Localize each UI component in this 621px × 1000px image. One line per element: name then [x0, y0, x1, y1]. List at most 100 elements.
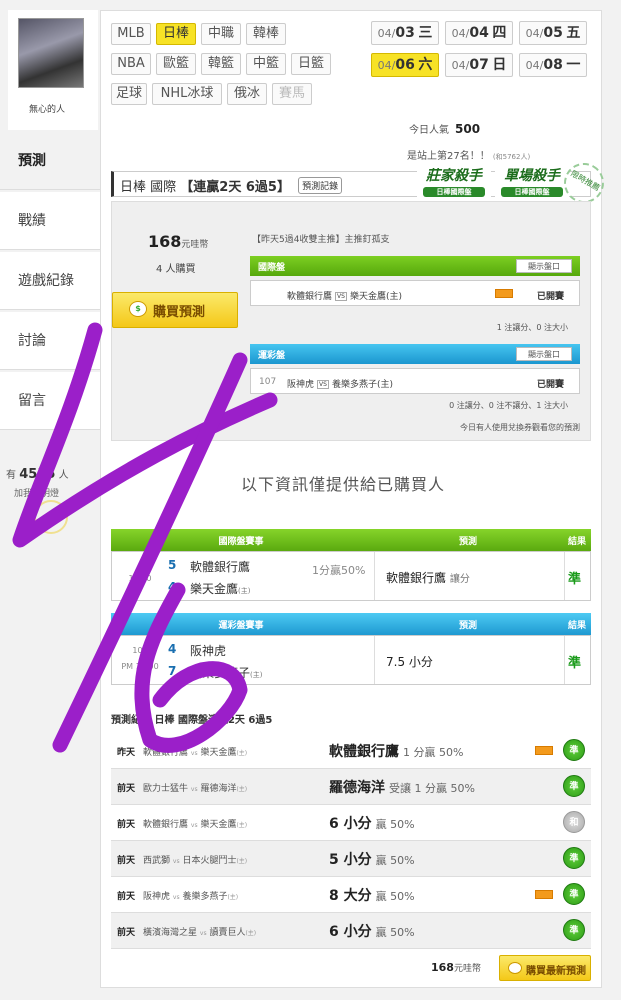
lottery-table-row: 107 PM 13:00 4 阪神虎 7 養樂多燕子(主) 7.5 小分 準	[111, 635, 591, 685]
history-pick: 羅德海洋 受讓 1 分贏 50%	[329, 780, 475, 796]
vs-icon: VS	[335, 292, 347, 301]
intl-home-team: 軟體銀行鷹	[287, 292, 333, 302]
history-pick: 8 大分贏 50%	[329, 888, 415, 904]
lottery-match-status: 已開賽	[537, 380, 565, 390]
history-day: 前天	[117, 856, 136, 866]
buy-latest-button[interactable]: 購買最新預測	[499, 955, 591, 981]
buy-prediction-button[interactable]: $ 購買預測	[112, 292, 238, 328]
site-rank-small: (和5762人)	[492, 153, 531, 161]
site-rank-label: 是站上第27名！！	[407, 151, 490, 162]
intl-table-header: 國際盤賽事 預測 結果	[111, 529, 591, 551]
away-team: 樂天金鷹(主)	[190, 582, 251, 596]
history-result-icon: 準	[563, 775, 585, 797]
intl-tally: 1 注讓分、0 注大小	[496, 323, 568, 332]
badge2-sub: 日棒國際盤	[501, 187, 563, 197]
tab-euro-basketball[interactable]: 歐籃	[156, 53, 196, 75]
profile-name: 無心的人	[28, 105, 65, 115]
home-team: 軟體銀行鷹	[190, 560, 251, 574]
tab-korea-basketball[interactable]: 韓籃	[201, 53, 241, 75]
prediction-league: 日棒 國際	[120, 180, 177, 195]
pick: 軟體銀行鷹 讓分	[386, 571, 470, 585]
history-row: 昨天 軟體銀行鷹 vs 樂天金鷹(主) 軟體銀行鷹 1 分贏 50% 準	[111, 733, 591, 769]
badge-bookie-killer: 莊家殺手 日棒國際盤	[417, 165, 491, 205]
away-team: 養樂多燕子(主)	[190, 666, 263, 680]
price-value: 168	[148, 232, 182, 251]
today-popularity-label: 今日人氣	[409, 125, 449, 136]
intl-table-row: 13:00 5 軟體銀行鷹 4 樂天金鷹(主) 1分贏50% 軟體銀行鷹 讓分 …	[111, 551, 591, 601]
lottery-col-pick: 預測	[458, 621, 477, 631]
date-0404[interactable]: 04/04 四	[445, 21, 513, 45]
history-row: 前天 歐力士猛牛 vs 羅德海洋(主) 羅德海洋 受讓 1 分贏 50% 準	[111, 769, 591, 805]
history-title: 預測紀錄 日棒 國際盤連贏2天 6過5	[111, 715, 273, 726]
tab-japan-baseball[interactable]: 日棒	[156, 23, 196, 45]
sidebar-item-predict[interactable]: 預測	[0, 132, 100, 190]
lottery-market-title: 運彩盤	[258, 351, 286, 361]
history-game: 歐力士猛牛 vs 羅德海洋(主)	[143, 784, 248, 794]
history-row: 前天 西武獅 vs 日本火腿鬥士(主) 5 小分贏 50% 準	[111, 841, 591, 877]
tab-nba[interactable]: NBA	[111, 53, 151, 75]
tab-china-basketball[interactable]: 中籃	[246, 53, 286, 75]
buy-prediction-label: 購買預測	[153, 305, 206, 320]
sidebar-item-record[interactable]: 戰績	[0, 192, 100, 250]
history-day: 前天	[117, 892, 136, 902]
footer-price-value: 168	[431, 961, 454, 974]
date-0406[interactable]: 04/06 六	[371, 53, 439, 77]
date-0403[interactable]: 04/03 三	[371, 21, 439, 45]
history-row: 前天 橫濱海灣之星 vs 讀賣巨人(主) 6 小分贏 50% 準	[111, 913, 591, 949]
history-day: 昨天	[117, 748, 136, 758]
match-time: 13:00	[128, 574, 152, 583]
badge2-title: 單場殺手	[504, 168, 560, 184]
friend-link[interactable]: 加我為明燈	[14, 486, 59, 499]
tab-nhl[interactable]: NHL冰球	[152, 83, 222, 105]
history-game: 軟體銀行鷹 vs 樂天金鷹(主)	[143, 820, 248, 830]
tab-korea-baseball[interactable]: 韓棒	[246, 23, 286, 45]
tab-japan-basketball[interactable]: 日籃	[291, 53, 331, 75]
home-score: 5	[168, 558, 177, 572]
intl-col-pick: 預測	[458, 537, 477, 547]
lottery-tally: 0 注讓分、0 注不讓分、1 注大小	[449, 401, 568, 410]
date-0405[interactable]: 04/05 五	[519, 21, 587, 45]
away-score: 7	[168, 664, 177, 678]
history-row: 前天 軟體銀行鷹 vs 樂天金鷹(主) 6 小分贏 50% 和	[111, 805, 591, 841]
popularity-count: 有 4535 人	[6, 466, 69, 482]
intl-show-odds-button[interactable]: 顯示盤口	[516, 259, 572, 273]
history-result-icon: 準	[563, 919, 585, 941]
buyers-only-notice: 以下資訊僅提供給已購買人	[241, 475, 446, 494]
date-0407[interactable]: 04/07 日	[445, 53, 513, 77]
popularity-value: 4535	[19, 467, 56, 482]
site-rank: 是站上第27名！！ (和5762人)	[407, 147, 530, 162]
divider	[374, 636, 375, 684]
handicap: 1分贏50%	[312, 564, 366, 577]
intl-match-row: 軟體銀行鷹 VS 樂天金鷹(主) 已開賽	[250, 280, 580, 306]
badge1-title: 莊家殺手	[426, 168, 482, 184]
tab-mlb[interactable]: MLB	[111, 23, 151, 45]
tab-soccer[interactable]: 足球	[111, 83, 147, 105]
sidebar-item-message[interactable]: 留言	[0, 372, 100, 430]
footer-price-unit: 元哇幣	[453, 964, 481, 974]
home-score: 4	[168, 642, 177, 656]
badge1-sub: 日棒國際盤	[423, 187, 485, 197]
lightbulb-icon	[34, 500, 68, 534]
intl-col-result: 結果	[567, 537, 586, 547]
prediction-price: 168元哇幣	[148, 232, 208, 251]
prediction-streak: 【連贏2天 6過5】	[180, 180, 290, 195]
lottery-home-team: 阪神虎	[287, 380, 315, 390]
intl-col-match: 國際盤賽事	[218, 537, 264, 547]
tab-russia-hockey[interactable]: 俄冰	[227, 83, 267, 105]
history-day: 前天	[117, 928, 136, 938]
avatar[interactable]	[18, 18, 84, 88]
date-0408[interactable]: 04/08 一	[519, 53, 587, 77]
history-game: 軟體銀行鷹 vs 樂天金鷹(主)	[143, 748, 248, 758]
intl-market-title: 國際盤	[258, 263, 286, 273]
exchange-note: 今日有人使用兌換券觀看您的預測	[460, 423, 580, 432]
lottery-show-odds-button[interactable]: 顯示盤口	[516, 347, 572, 361]
live-icon	[535, 746, 553, 755]
left-sidebar: 無心的人 預測 戰績 遊戲紀錄 討論 留言 有 4535 人 加我為明燈	[0, 0, 100, 1000]
sidebar-item-discuss[interactable]: 討論	[0, 312, 100, 370]
prediction-record-button[interactable]: 預測記錄	[298, 177, 343, 194]
tab-horse-racing[interactable]: 賽馬	[272, 83, 312, 105]
tab-cpbl[interactable]: 中職	[201, 23, 241, 45]
sidebar-item-game-log[interactable]: 遊戲紀錄	[0, 252, 100, 310]
history-result-icon: 準	[563, 847, 585, 869]
intl-match-status: 已開賽	[537, 292, 565, 302]
